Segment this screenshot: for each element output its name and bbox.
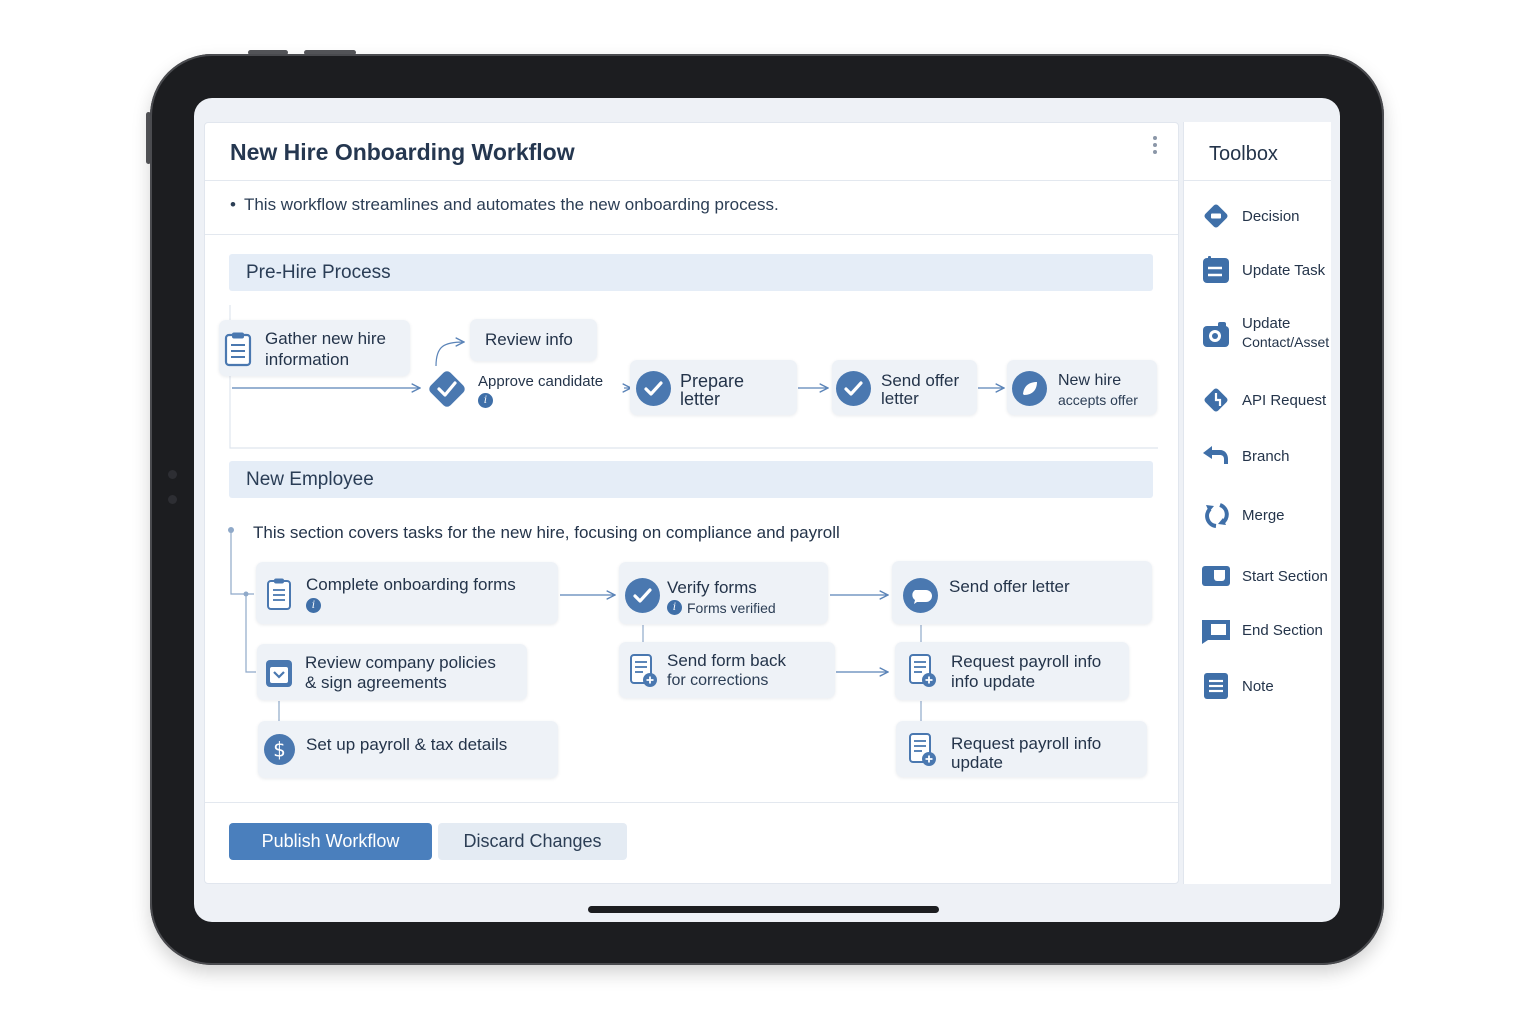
- merge-icon: [1205, 503, 1229, 528]
- node-payroll-tax[interactable]: $ Set up payroll & tax details: [258, 721, 558, 778]
- divider: [205, 802, 1178, 803]
- workflow-description: This workflow streamlines and automates …: [230, 195, 779, 215]
- more-options-icon[interactable]: [1148, 134, 1162, 158]
- node-label: Send offer: [881, 371, 960, 390]
- task-icon: [1203, 256, 1229, 283]
- node-label: Gather new hire: [265, 329, 386, 348]
- divider: [205, 180, 1178, 181]
- node-label: letter: [881, 389, 919, 408]
- toolbox-title: Toolbox: [1209, 143, 1278, 165]
- node-complete-forms[interactable]: Complete onboarding forms i: [256, 562, 558, 624]
- clipboard-icon: [224, 332, 252, 367]
- toolbox-item-label: Start Section: [1242, 568, 1328, 585]
- check-circle-icon: [625, 578, 660, 613]
- page-title: New Hire Onboarding Workflow: [230, 139, 575, 165]
- node-label: info update: [951, 672, 1036, 691]
- node-verify-forms[interactable]: Verify forms i Forms verified: [619, 562, 828, 624]
- info-icon[interactable]: i: [478, 393, 493, 408]
- publish-workflow-button[interactable]: Publish Workflow: [229, 823, 432, 860]
- toolbox-item-label: Update: [1242, 315, 1291, 332]
- node-review-policies[interactable]: Review company policies & sign agreement…: [257, 644, 527, 700]
- chat-circle-icon: [903, 578, 938, 613]
- node-label: Complete onboarding forms: [306, 575, 516, 594]
- document-add-icon: [909, 733, 936, 766]
- svg-text:$: $: [273, 738, 286, 762]
- toolbox-item-decision[interactable]: Decision: [1196, 196, 1346, 236]
- node-send-offer-letter[interactable]: Send offer letter: [832, 360, 977, 415]
- clipboard-icon: [267, 578, 291, 610]
- node-send-offer-letter-2[interactable]: Send offer letter: [892, 561, 1152, 624]
- toolbox-item-label: Merge: [1242, 507, 1285, 524]
- node-label: Review company policies: [305, 653, 496, 672]
- approve-decision-node[interactable]: [424, 366, 470, 412]
- toolbox-item-label: Note: [1242, 678, 1274, 695]
- node-label: & sign agreements: [305, 673, 447, 692]
- leaf-circle-icon: [1012, 371, 1047, 406]
- dollar-circle-icon: $: [264, 734, 295, 765]
- divider: [205, 234, 1178, 235]
- toolbox-item-branch[interactable]: Branch: [1196, 436, 1346, 476]
- node-send-form-back[interactable]: Send form back for corrections: [619, 642, 835, 698]
- toolbox-item-label: Decision: [1242, 208, 1300, 225]
- toolbox-item-update-task[interactable]: Update Task: [1196, 250, 1346, 290]
- camera-dot: [168, 470, 177, 479]
- node-sublabel: Forms verified: [687, 600, 776, 616]
- approve-candidate-label: Approve candidate: [478, 373, 604, 390]
- camera-icon: [1203, 322, 1229, 347]
- discard-changes-button[interactable]: Discard Changes: [438, 823, 627, 860]
- node-label: Send form back: [667, 651, 787, 670]
- toolbox-item-update-contact[interactable]: Update Contact/Asset: [1196, 312, 1346, 356]
- node-request-payroll-1[interactable]: Request payroll info info update: [895, 642, 1129, 700]
- node-review-info[interactable]: Review info: [470, 319, 597, 361]
- info-icon[interactable]: i: [306, 598, 321, 613]
- check-circle-icon: [836, 371, 871, 406]
- node-new-hire-accepts[interactable]: New hire accepts offer: [1007, 360, 1157, 415]
- note-icon: [1204, 673, 1228, 699]
- node-label: New hire: [1058, 372, 1122, 389]
- branch-arrow-icon: [1203, 446, 1228, 464]
- api-diamond-icon: [1204, 388, 1228, 412]
- toolbox-item-start-section[interactable]: Start Section: [1196, 556, 1346, 596]
- node-label: Request payroll info: [951, 734, 1102, 753]
- node-label: Verify forms: [667, 578, 757, 597]
- home-indicator[interactable]: [588, 906, 939, 913]
- toolbox-item-label: Update Task: [1242, 262, 1326, 279]
- section-header-new-employee[interactable]: New Employee: [229, 461, 1153, 498]
- check-diamond-icon: [429, 371, 465, 407]
- end-section-icon: [1202, 620, 1230, 644]
- toolbox-item-merge[interactable]: Merge: [1196, 495, 1346, 535]
- check-circle-icon: [636, 371, 671, 406]
- section-header-pre-hire[interactable]: Pre-Hire Process: [229, 254, 1153, 291]
- node-label: Request payroll info: [951, 652, 1102, 671]
- toolbox-item-label: End Section: [1242, 622, 1323, 639]
- node-label: Prepare: [680, 371, 745, 391]
- node-sublabel: for corrections: [667, 672, 769, 689]
- node-sublabel: accepts offer: [1058, 392, 1138, 408]
- toolbox-item-label: Contact/Asset: [1242, 334, 1330, 350]
- toolbox-item-label: API Request: [1242, 392, 1327, 409]
- node-gather-info[interactable]: Gather new hire information: [219, 320, 410, 376]
- divider: [1184, 180, 1331, 181]
- start-section-icon: [1202, 566, 1230, 586]
- node-request-payroll-2[interactable]: Request payroll info update: [896, 721, 1147, 777]
- toolbox-item-label: Branch: [1242, 448, 1290, 465]
- node-label: Send offer letter: [949, 577, 1070, 596]
- document-add-icon: [909, 654, 936, 687]
- toolbox-item-api-request[interactable]: API Request: [1196, 380, 1346, 420]
- node-label: letter: [680, 389, 721, 409]
- toolbox-item-end-section[interactable]: End Section: [1196, 610, 1346, 650]
- diamond-icon: [1204, 204, 1228, 228]
- node-label: information: [265, 350, 350, 369]
- node-prepare-letter[interactable]: Prepare letter: [630, 360, 797, 415]
- sensor-dot: [168, 495, 177, 504]
- inbox-icon: [266, 660, 292, 687]
- node-label: Set up payroll & tax details: [306, 735, 508, 754]
- section-description: This section covers tasks for the new hi…: [253, 523, 840, 542]
- node-label: Review info: [485, 330, 573, 349]
- document-add-icon: [630, 654, 657, 687]
- toolbox-item-note[interactable]: Note: [1196, 666, 1346, 706]
- node-label: update: [951, 753, 1003, 772]
- info-icon[interactable]: i: [667, 600, 682, 615]
